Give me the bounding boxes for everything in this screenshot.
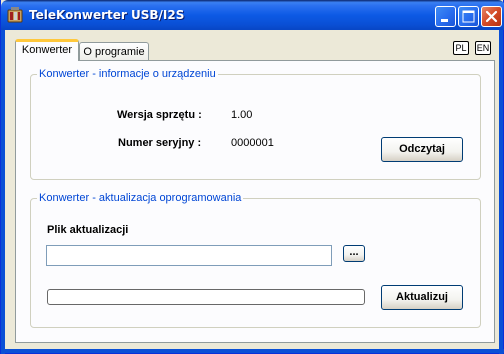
update-progress-bar xyxy=(47,289,365,305)
firmware-update-group-title: Konwerter - aktualizacja oprogramowania xyxy=(37,192,244,204)
hw-version-value: 1.00 xyxy=(231,109,253,121)
serial-number-value: 0000001 xyxy=(231,137,274,149)
update-file-input[interactable] xyxy=(46,245,332,266)
application-window: TeleKonwerter USB/I2S Konwerter O progra… xyxy=(0,0,504,354)
window-frame-right xyxy=(499,30,503,354)
tab-konwerter-label: Konwerter xyxy=(21,44,73,56)
close-icon xyxy=(485,10,498,23)
tab-panel-konwerter: Konwerter - informacje o urządzeniu Wers… xyxy=(15,60,495,343)
device-info-group: Konwerter - informacje o urządzeniu Wers… xyxy=(30,68,481,180)
close-button[interactable] xyxy=(481,6,502,27)
tab-o-programie[interactable]: O programie xyxy=(79,42,149,62)
app-icon[interactable] xyxy=(7,7,23,23)
language-pl-button[interactable]: PL xyxy=(453,41,469,55)
hw-version-label: Wersja sprzętu : xyxy=(117,109,202,121)
browse-file-button[interactable]: ... xyxy=(343,245,365,262)
update-button-label: Aktualizuj xyxy=(396,291,448,303)
maximize-icon xyxy=(462,10,475,23)
window-frame-left xyxy=(1,30,5,354)
read-button-label: Odczytaj xyxy=(399,143,445,155)
device-info-group-title: Konwerter - informacje o urządzeniu xyxy=(37,68,218,80)
update-file-label: Plik aktualizacji xyxy=(47,224,129,236)
firmware-update-group: Konwerter - aktualizacja oprogramowania … xyxy=(30,192,481,328)
minimize-button[interactable] xyxy=(435,6,456,27)
read-button[interactable]: Odczytaj xyxy=(381,137,463,162)
window-frame-bottom xyxy=(1,349,504,353)
serial-number-label: Numer seryjny : xyxy=(118,137,202,149)
language-pl-label: PL xyxy=(455,43,467,53)
browse-file-button-label: ... xyxy=(349,246,359,258)
title-bar[interactable]: TeleKonwerter USB/I2S xyxy=(1,0,504,30)
window-title: TeleKonwerter USB/I2S xyxy=(29,8,185,22)
tab-konwerter[interactable]: Konwerter xyxy=(15,39,79,61)
language-en-label: EN xyxy=(476,43,490,53)
update-button[interactable]: Aktualizuj xyxy=(381,285,463,310)
maximize-button[interactable] xyxy=(458,6,479,27)
language-en-button[interactable]: EN xyxy=(475,41,491,55)
minimize-icon xyxy=(441,19,448,22)
tab-o-programie-label: O programie xyxy=(83,46,145,58)
